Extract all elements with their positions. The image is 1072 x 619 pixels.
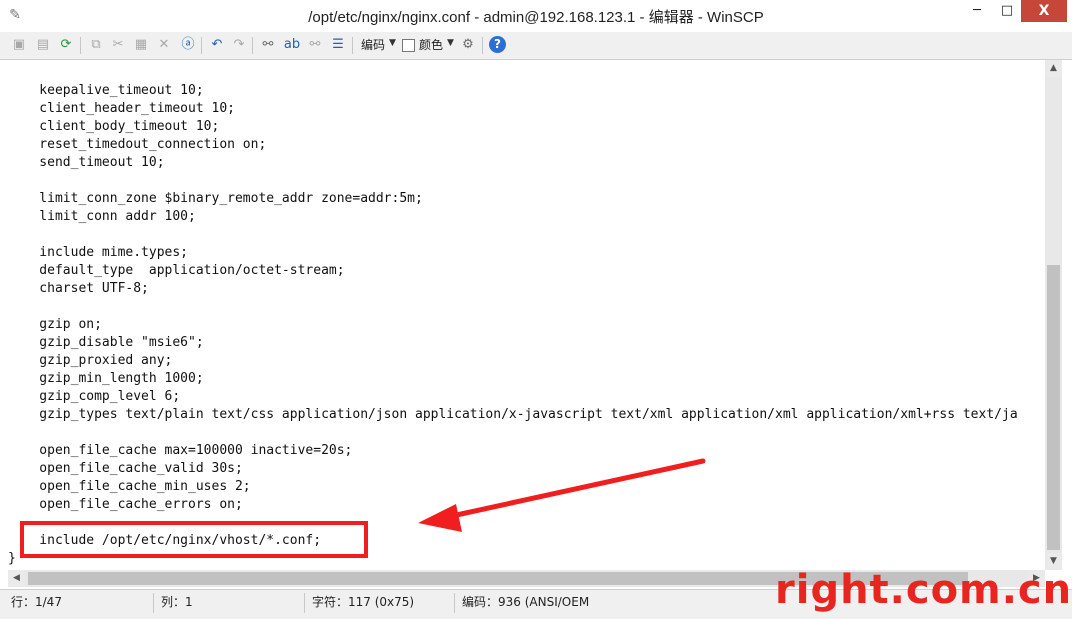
- watermark: right.com.cn: [775, 567, 1072, 613]
- annotation-arrow: [418, 458, 706, 532]
